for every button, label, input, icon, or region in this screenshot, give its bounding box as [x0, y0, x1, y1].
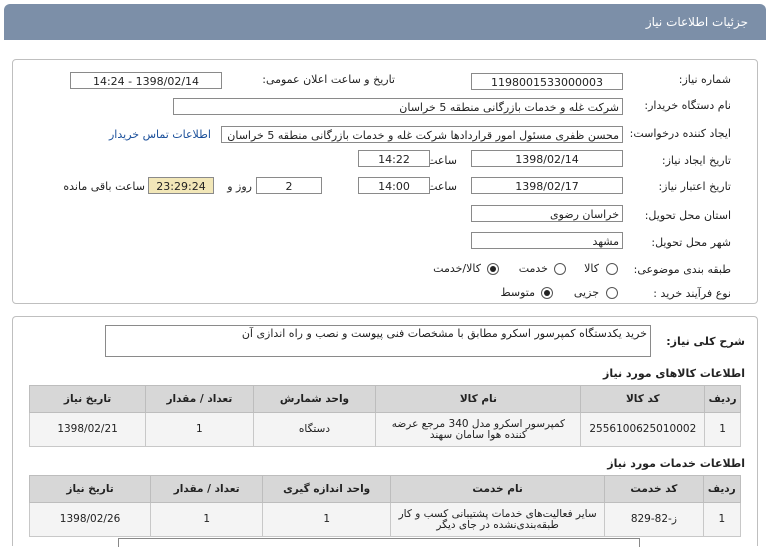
need-number-field[interactable]: 1198001533000003 — [471, 73, 623, 90]
goods-cell-row: 1 — [704, 412, 741, 447]
buyer-label: نام دستگاه خریدار: — [644, 99, 731, 112]
category-label: طبقه بندی موضوعی: — [633, 263, 731, 276]
province-field[interactable]: خراسان رضوی — [471, 205, 623, 222]
services-header-qty: تعداد / مقدار — [150, 475, 264, 503]
city-field[interactable]: مشهد — [471, 232, 623, 249]
requester-label: ایجاد کننده درخواست: — [629, 127, 731, 140]
need-details-panel: شماره نیاز: 1198001533000003 تاریخ و ساع… — [12, 59, 758, 304]
table-row[interactable]: 1398/02/21 1 دستگاه کمپرسور اسکرو مدل 34… — [28, 412, 741, 447]
province-label: استان محل تحویل: — [644, 209, 731, 222]
services-header-date: تاریخ نیاز — [28, 475, 152, 503]
remaining-label: ساعت باقی مانده — [63, 180, 145, 193]
goods-cell-date: 1398/02/21 — [28, 412, 147, 447]
created-time-label: ساعت — [427, 154, 457, 167]
services-cell-qty: 1 — [150, 502, 264, 537]
announce-field[interactable]: 1398/02/14 - 14:24 — [70, 72, 222, 89]
remaining-time-field[interactable]: 23:29:24 — [148, 177, 214, 194]
process-radio-minor[interactable] — [606, 287, 618, 299]
days-label: روز و — [227, 180, 252, 193]
category-radio-service[interactable] — [554, 263, 566, 275]
validity-time-field[interactable]: 14:00 — [358, 177, 430, 194]
goods-header-row: ردیف — [704, 385, 741, 413]
category-radio-goods[interactable] — [606, 263, 618, 275]
buyer-contact-link[interactable]: اطلاعات تماس خریدار — [109, 128, 211, 141]
process-radio-medium[interactable] — [541, 287, 553, 299]
goods-cell-name: کمپرسور اسکرو مدل 340 مرجع عرضه کننده هو… — [375, 412, 582, 447]
validity-date-field[interactable]: 1398/02/17 — [471, 177, 623, 194]
need-number-label: شماره نیاز: — [678, 73, 731, 86]
services-cell-unit: 1 — [262, 502, 392, 537]
goods-cell-unit: دستگاه — [252, 412, 377, 447]
goods-header-date: تاریخ نیاز — [28, 385, 147, 413]
validity-date-label: تاریخ اعتبار نیاز: — [658, 180, 731, 193]
services-header-code: کد خدمت — [604, 475, 704, 503]
requester-field[interactable]: محسن ظفری مسئول امور قراردادها شرکت غله … — [221, 126, 623, 143]
services-cell-row: 1 — [702, 502, 742, 537]
process-label: نوع فرآیند خرید : — [653, 287, 731, 300]
goods-cell-code: 2556100625010002 — [580, 412, 706, 447]
services-header-name: نام خدمت — [390, 475, 606, 503]
goods-header-code: کد کالا — [580, 385, 706, 413]
category-option-goods-service: کالا/خدمت — [433, 262, 481, 275]
goods-header-qty: تعداد / مقدار — [145, 385, 254, 413]
window-title: جزئیات اطلاعات نیاز — [645, 15, 748, 29]
services-cell-name: سایر فعالیت‌های خدمات پشتیبانی کسب و کار… — [390, 502, 606, 537]
process-option-minor: جزیی — [573, 286, 599, 299]
goods-table: تاریخ نیاز تعداد / مقدار واحد شمارش نام … — [28, 385, 741, 447]
services-header-row: ردیف — [702, 475, 742, 503]
window-titlebar: جزئیات اطلاعات نیاز — [4, 4, 766, 40]
created-time-field[interactable]: 14:22 — [358, 150, 430, 167]
process-option-medium: متوسط — [500, 286, 535, 299]
services-table: تاریخ نیاز تعداد / مقدار واحد اندازه گیر… — [28, 475, 742, 537]
summary-field[interactable]: خرید یکدستگاه کمپرسور اسکرو مطابق با مشخ… — [105, 325, 651, 357]
services-section-title: اطلاعات خدمات مورد نیاز — [607, 457, 745, 470]
category-option-goods: کالا — [584, 262, 599, 275]
services-cell-date: 1398/02/26 — [28, 502, 152, 537]
goods-header-unit: واحد شمارش — [252, 385, 377, 413]
table-row[interactable]: 1398/02/26 1 1 سایر فعالیت‌های خدمات پشت… — [28, 502, 742, 537]
validity-time-label: ساعت — [427, 180, 457, 193]
category-option-service: خدمت — [518, 262, 548, 275]
city-label: شهر محل تحویل: — [651, 236, 731, 249]
announce-label: تاریخ و ساعت اعلان عمومی: — [262, 73, 395, 86]
buyer-field[interactable]: شرکت غله و خدمات بازرگانی منطقه 5 خراسان — [173, 98, 623, 115]
created-date-label: تاریخ ایجاد نیاز: — [661, 154, 731, 167]
created-date-field[interactable]: 1398/02/14 — [471, 150, 623, 167]
goods-cell-qty: 1 — [145, 412, 254, 447]
goods-header-name: نام کالا — [375, 385, 582, 413]
items-panel: شرح کلی نیاز: خرید یکدستگاه کمپرسور اسکر… — [12, 316, 758, 546]
services-header-unit: واحد اندازه گیری — [262, 475, 392, 503]
category-radio-goods-service[interactable] — [487, 263, 499, 275]
summary-label: شرح کلی نیاز: — [666, 335, 745, 348]
goods-section-title: اطلاعات کالاهای مورد نیاز — [603, 367, 745, 380]
services-cell-code: ز-82-829 — [604, 502, 704, 537]
partial-field-bottom — [118, 538, 640, 547]
days-remaining-field[interactable]: 2 — [256, 177, 322, 194]
